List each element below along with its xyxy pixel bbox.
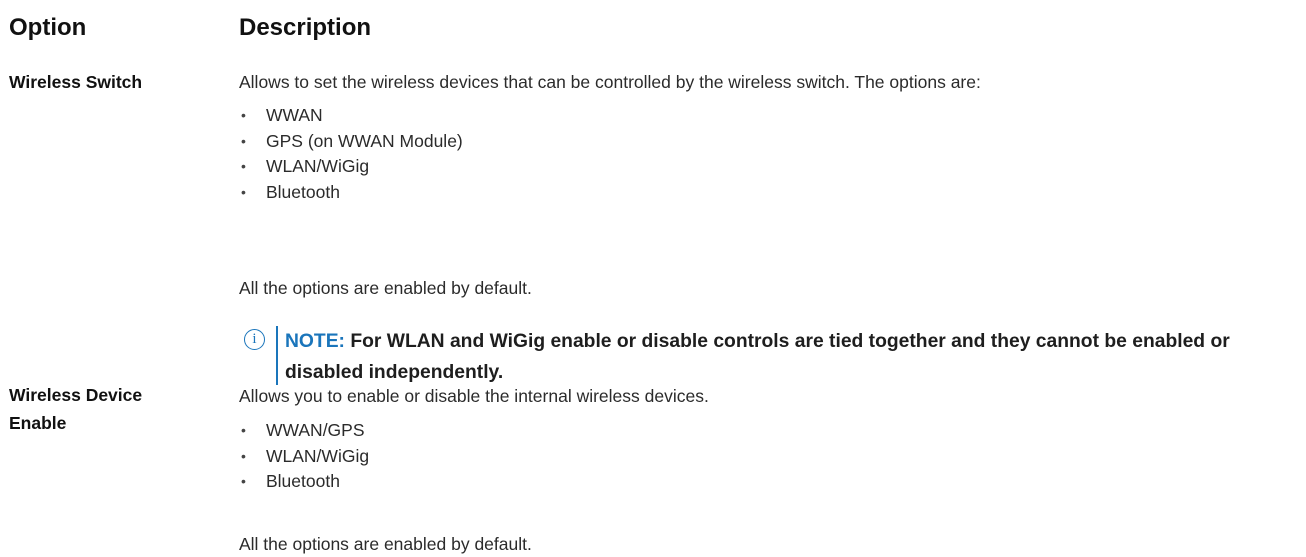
option-label-line2: Enable	[9, 413, 67, 433]
wireless-device-enable-options-list: • WWAN/GPS • WLAN/WiGig • Bluetooth	[239, 418, 369, 495]
list-item-label: WLAN/WiGig	[266, 445, 370, 466]
list-item-label: WLAN/WiGig	[266, 156, 370, 177]
option-wireless-switch: Wireless Switch	[9, 72, 143, 92]
list-item: • WLAN/WiGig	[239, 154, 463, 180]
list-item: • Bluetooth	[239, 180, 463, 206]
bullet-icon: •	[241, 422, 246, 438]
bullet-icon: •	[241, 158, 246, 175]
description-wireless-device-enable: Allows you to enable or disable the inte…	[239, 386, 709, 406]
list-item: • WWAN	[239, 103, 463, 129]
bullet-icon: •	[241, 183, 246, 200]
list-item-label: WWAN	[266, 105, 323, 125]
bullet-icon: •	[241, 132, 246, 149]
note-text: NOTE: For WLAN and WiGig enable or disab…	[285, 326, 1306, 388]
list-item-label: Bluetooth	[266, 471, 340, 492]
list-item: • WWAN/GPS	[239, 418, 369, 444]
option-label-line1: Wireless Device	[9, 385, 143, 405]
wireless-device-enable-default-text: All the options are enabled by default.	[239, 534, 532, 554]
info-circle-icon: i	[244, 329, 265, 350]
list-item: • Bluetooth	[239, 469, 369, 495]
column-header-description: Description	[239, 14, 372, 41]
note-label: NOTE:	[285, 331, 345, 352]
option-wireless-device-enable: Wireless Device Enable	[9, 381, 142, 437]
bullet-icon: •	[241, 107, 246, 123]
note-divider	[276, 326, 278, 385]
bullet-icon: •	[241, 447, 246, 464]
description-wireless-switch: Allows to set the wireless devices that …	[239, 72, 981, 92]
list-item: • GPS (on WWAN Module)	[239, 129, 463, 155]
list-item-label: GPS (on WWAN Module)	[266, 130, 463, 151]
wireless-switch-options-list: • WWAN • GPS (on WWAN Module) • WLAN/WiGig …	[239, 103, 463, 205]
wireless-switch-default-text: All the options are enabled by default.	[239, 278, 532, 298]
note-body: For WLAN and WiGig enable or disable con…	[285, 331, 1230, 383]
list-item-label: WWAN/GPS	[266, 420, 365, 440]
column-header-option: Option	[9, 14, 87, 41]
list-item-label: Bluetooth	[266, 181, 340, 202]
bullet-icon: •	[241, 473, 246, 490]
list-item: • WLAN/WiGig	[239, 444, 369, 470]
